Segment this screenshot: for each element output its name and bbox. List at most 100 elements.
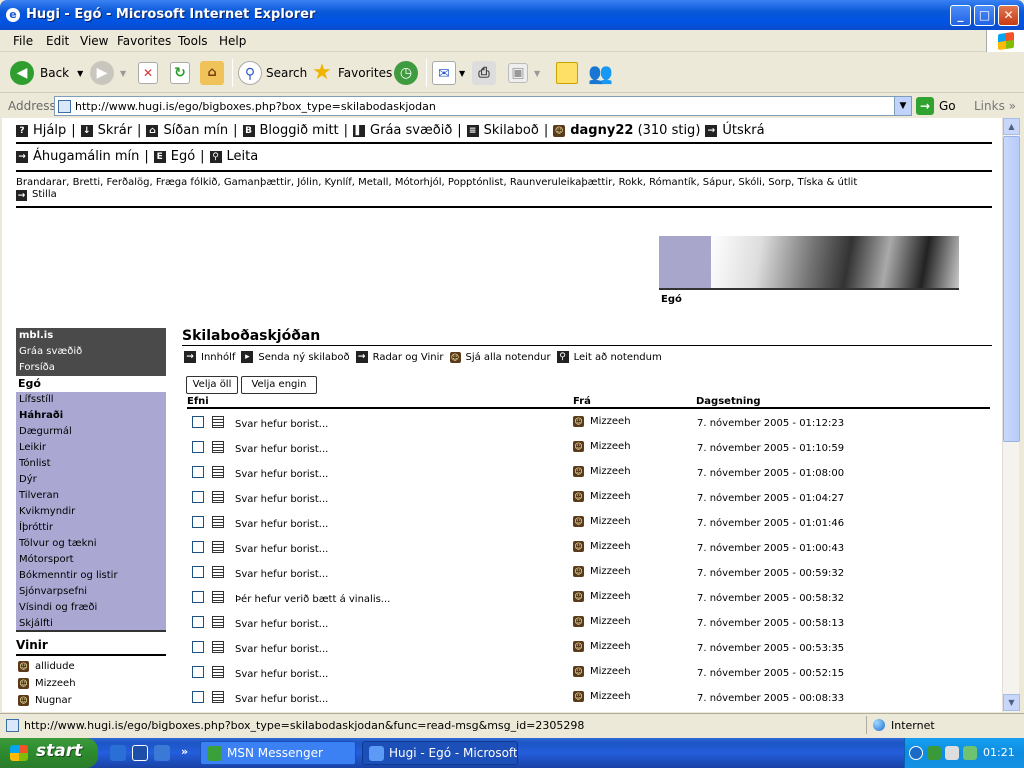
message-sender[interactable]: ☺ Mizzeeh bbox=[573, 541, 631, 552]
leftnav-item[interactable]: Mótorsport bbox=[16, 552, 166, 568]
friend-item[interactable]: ☺ allidude bbox=[18, 661, 75, 672]
nav-skilabod[interactable]: Skilaboð bbox=[484, 123, 539, 138]
sender-name[interactable]: Mizzeeh bbox=[590, 416, 631, 427]
message-checkbox[interactable] bbox=[192, 516, 204, 528]
leftnav-item[interactable]: Háhraði bbox=[16, 408, 166, 424]
menu-view[interactable]: View bbox=[80, 34, 108, 48]
message-checkbox[interactable] bbox=[192, 491, 204, 503]
table-row[interactable]: Svar hefur borist... ☺ Mizzeeh 7. nóvember … bbox=[187, 616, 990, 641]
task-msn-messenger[interactable]: MSN Messenger bbox=[200, 741, 356, 765]
mail-button[interactable]: ✉ ▼ bbox=[432, 59, 465, 87]
back-button[interactable]: ◀ Back ▼ bbox=[10, 59, 83, 87]
go-button[interactable]: → Go bbox=[916, 96, 966, 116]
forward-button[interactable]: ▶ ▼ bbox=[90, 59, 126, 87]
tray-expand-icon[interactable] bbox=[909, 746, 923, 760]
scroll-down-icon[interactable]: ▼ bbox=[1003, 694, 1020, 711]
nav-sidan-min[interactable]: Síðan mín bbox=[163, 123, 228, 138]
table-row[interactable]: Svar hefur borist... ☺ Mizzeeh 7. nóvember … bbox=[187, 416, 990, 441]
home-button[interactable]: ⌂ bbox=[200, 59, 224, 87]
quicklaunch-expand-icon[interactable]: » bbox=[181, 745, 188, 758]
hobbies-text[interactable]: Brandarar, Bretti, Ferðalög, Fræga fólki… bbox=[16, 177, 992, 189]
subnav-all-users[interactable]: ☺ Sjá alla notendur bbox=[449, 351, 551, 363]
message-checkbox[interactable] bbox=[192, 691, 204, 703]
leftnav-item[interactable]: Lífsstíll bbox=[16, 392, 166, 408]
ie-quicklaunch-icon[interactable] bbox=[110, 745, 126, 761]
message-checkbox[interactable] bbox=[192, 616, 204, 628]
message-checkbox[interactable] bbox=[192, 541, 204, 553]
leftnav-item[interactable]: Dýr bbox=[16, 472, 166, 488]
leftnav-ego[interactable]: Egó bbox=[16, 376, 166, 392]
friend-name[interactable]: Nugnar bbox=[35, 695, 72, 706]
task-internet-explorer[interactable]: Hugi - Egó - Microsoft... bbox=[362, 741, 518, 765]
friend-item[interactable]: ☺ Mizzeeh bbox=[18, 678, 76, 689]
close-button[interactable]: ✕ bbox=[998, 5, 1019, 26]
table-row[interactable]: Svar hefur borist... ☺ Mizzeeh 7. nóvember … bbox=[187, 516, 990, 541]
nav-username[interactable]: dagny22 bbox=[570, 123, 633, 138]
sender-name[interactable]: Mizzeeh bbox=[590, 691, 631, 702]
scroll-up-icon[interactable]: ▲ bbox=[1003, 118, 1020, 135]
title-bar[interactable]: e Hugi - Egó - Microsoft Internet Explor… bbox=[0, 0, 1024, 30]
message-checkbox[interactable] bbox=[192, 566, 204, 578]
links-button[interactable]: Links » bbox=[974, 99, 1016, 113]
leftnav-item[interactable]: Bókmenntir og listir bbox=[16, 568, 166, 584]
nav-skrar[interactable]: Skrár bbox=[98, 123, 132, 138]
message-sender[interactable]: ☺ Mizzeeh bbox=[573, 666, 631, 677]
leftnav-item[interactable]: Íþróttir bbox=[16, 520, 166, 536]
message-checkbox[interactable] bbox=[192, 466, 204, 478]
message-sender[interactable]: ☺ Mizzeeh bbox=[573, 691, 631, 702]
table-row[interactable]: Svar hefur borist... ☺ Mizzeeh 7. nóvember … bbox=[187, 466, 990, 491]
message-subject[interactable]: Svar hefur borist... bbox=[235, 519, 328, 530]
table-row[interactable]: Svar hefur borist... ☺ Mizzeeh 7. nóvember … bbox=[187, 491, 990, 516]
message-subject[interactable]: Svar hefur borist... bbox=[235, 569, 328, 580]
stop-button[interactable]: ✕ bbox=[138, 59, 158, 87]
friend-item[interactable]: ☺ Nugnar bbox=[18, 695, 72, 706]
select-none-button[interactable]: Velja engin bbox=[241, 376, 317, 394]
menu-edit[interactable]: Edit bbox=[46, 34, 69, 48]
message-sender[interactable]: ☺ Mizzeeh bbox=[573, 641, 631, 652]
explorer-quicklaunch-icon[interactable] bbox=[154, 745, 170, 761]
table-row[interactable]: Svar hefur borist... ☺ Mizzeeh 7. nóvember … bbox=[187, 641, 990, 666]
nav-graa-svaedid[interactable]: Gráa svæðið bbox=[370, 123, 452, 138]
sender-name[interactable]: Mizzeeh bbox=[590, 566, 631, 577]
message-checkbox[interactable] bbox=[192, 591, 204, 603]
message-sender[interactable]: ☺ Mizzeeh bbox=[573, 491, 631, 502]
sender-name[interactable]: Mizzeeh bbox=[590, 516, 631, 527]
volume-icon[interactable] bbox=[945, 746, 959, 760]
back-dropdown-icon[interactable]: ▼ bbox=[77, 69, 83, 78]
leftnav-item[interactable]: Vísindi og fræði bbox=[16, 600, 166, 616]
leftnav-item[interactable]: Sjónvarpsefni bbox=[16, 584, 166, 600]
vertical-scrollbar[interactable]: ▲ ▼ bbox=[1002, 118, 1020, 712]
nav-bloggid[interactable]: Bloggið mitt bbox=[260, 123, 339, 138]
table-row[interactable]: Svar hefur borist... ☺ Mizzeeh 7. nóvember … bbox=[187, 541, 990, 566]
address-url[interactable]: http://www.hugi.is/ego/bigboxes.php?box_… bbox=[75, 100, 436, 113]
message-sender[interactable]: ☺ Mizzeeh bbox=[573, 591, 631, 602]
message-sender[interactable]: ☺ Mizzeeh bbox=[573, 441, 631, 452]
settings-link[interactable]: → Stilla bbox=[16, 189, 992, 201]
select-all-button[interactable]: Velja öll bbox=[186, 376, 238, 394]
menu-file[interactable]: File bbox=[13, 34, 33, 48]
address-input[interactable]: http://www.hugi.is/ego/bigboxes.php?box_… bbox=[54, 96, 912, 116]
leftnav-item[interactable]: Tölvur og tækni bbox=[16, 536, 166, 552]
table-row[interactable]: Svar hefur borist... ☺ Mizzeeh 7. nóvember … bbox=[187, 441, 990, 466]
sender-name[interactable]: Mizzeeh bbox=[590, 541, 631, 552]
leftnav-item[interactable]: Kvikmyndir bbox=[16, 504, 166, 520]
nav-logout[interactable]: Útskrá bbox=[722, 123, 764, 138]
address-dropdown-icon[interactable]: ▼ bbox=[894, 97, 911, 115]
table-row[interactable]: Svar hefur borist... ☺ Mizzeeh 7. nóvember … bbox=[187, 566, 990, 591]
leftnav-item[interactable]: Tilveran bbox=[16, 488, 166, 504]
message-subject[interactable]: Svar hefur borist... bbox=[235, 694, 328, 705]
message-checkbox[interactable] bbox=[192, 441, 204, 453]
friend-name[interactable]: allidude bbox=[35, 661, 75, 672]
leftnav-item[interactable]: Tónlist bbox=[16, 456, 166, 472]
sender-name[interactable]: Mizzeeh bbox=[590, 641, 631, 652]
subnav-search-users[interactable]: ⚲ Leit að notendum bbox=[556, 351, 662, 363]
discuss-button[interactable] bbox=[556, 59, 578, 87]
leftnav-item[interactable]: Dægurmál bbox=[16, 424, 166, 440]
favorites-button[interactable]: ★ Favorites bbox=[310, 59, 392, 87]
nav-hjalp[interactable]: Hjálp bbox=[33, 123, 66, 138]
maximize-button[interactable]: □ bbox=[974, 5, 995, 26]
table-row[interactable]: Þér hefur verið bætt á vinalis... ☺ Mizzee… bbox=[187, 591, 990, 616]
leftnav-item[interactable]: Skjálfti bbox=[16, 616, 166, 632]
message-sender[interactable]: ☺ Mizzeeh bbox=[573, 616, 631, 627]
message-subject[interactable]: Svar hefur borist... bbox=[235, 644, 328, 655]
